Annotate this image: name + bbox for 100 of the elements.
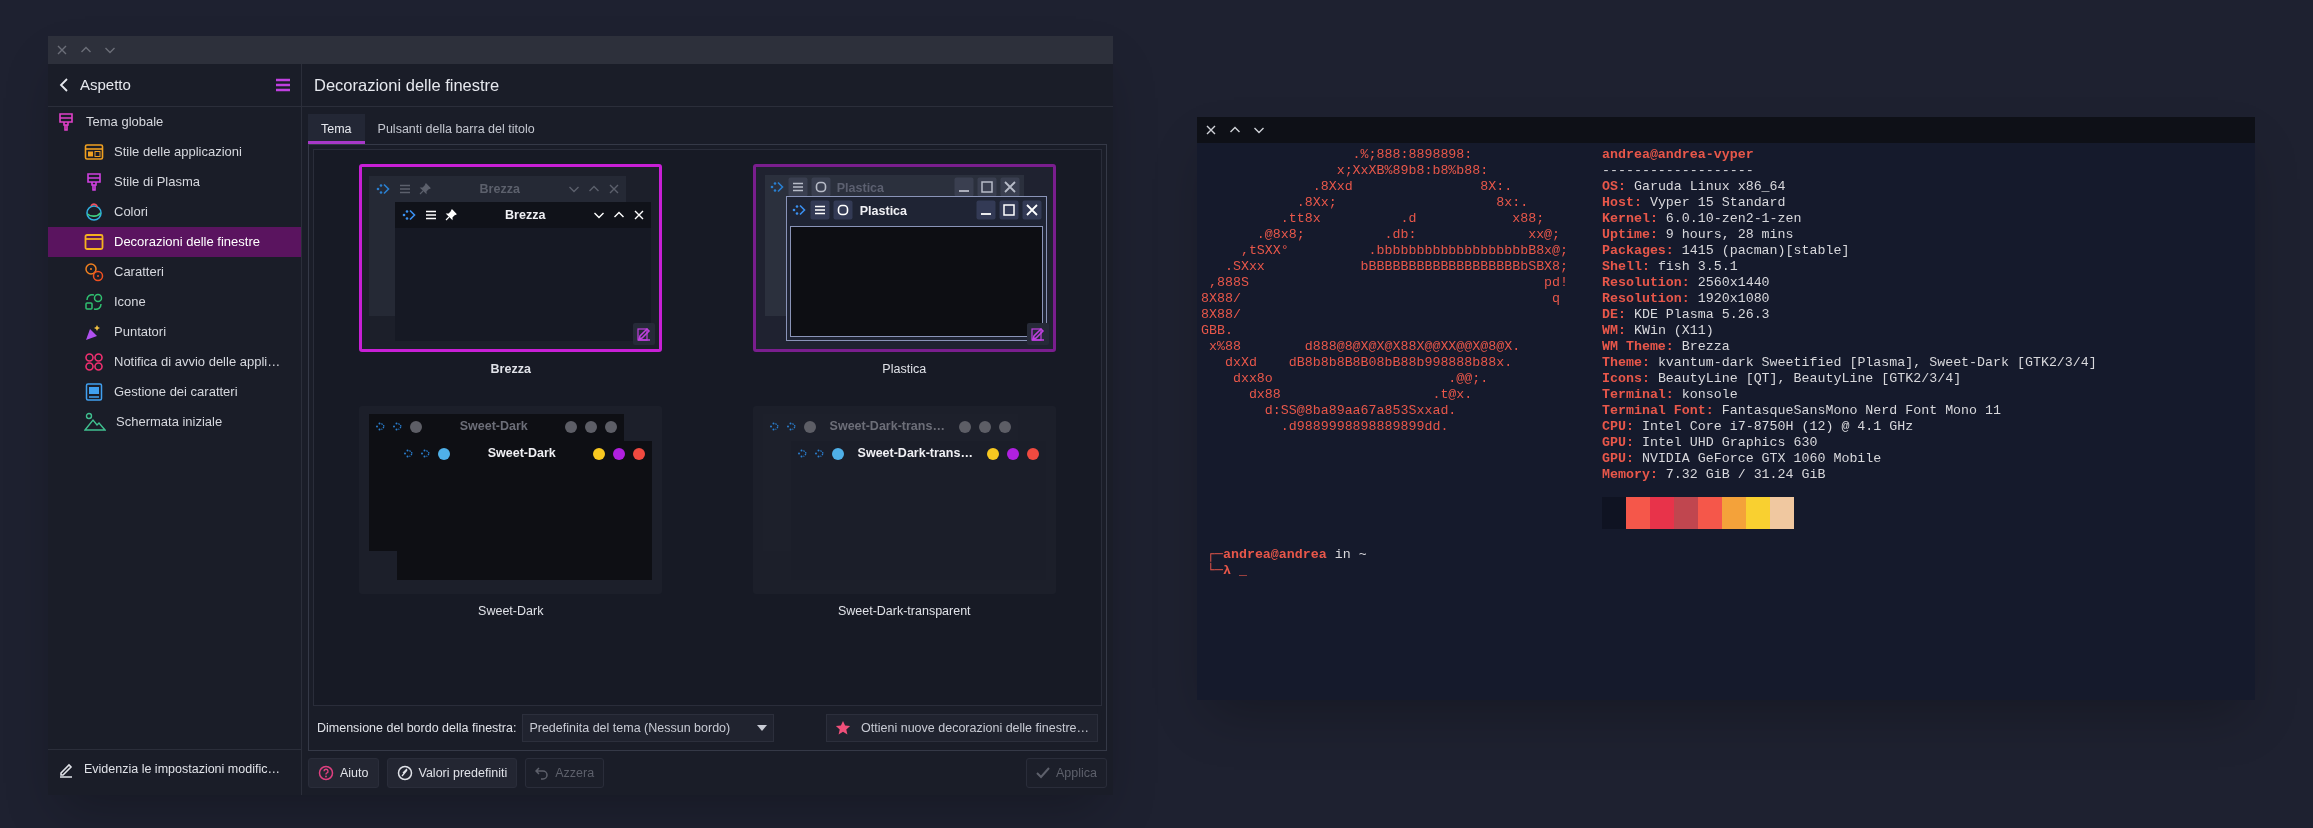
- prompt-corner: ┌─: [1206, 547, 1223, 563]
- info-label: Icons:: [1602, 371, 1650, 387]
- minimize-icon: [953, 177, 974, 197]
- info-value: 2560x1440: [1696, 275, 1770, 291]
- pin-icon: [419, 183, 432, 195]
- info-label: Memory:: [1602, 467, 1658, 483]
- dot-icon: [592, 446, 607, 461]
- menu-icon[interactable]: [275, 78, 291, 92]
- info-value: 7.32 GiB / 31.24 GiB: [1664, 467, 1826, 483]
- dotted-arrow-icon: [790, 202, 807, 218]
- info-value: 6.0.10-zen2-1-zen: [1664, 211, 1802, 227]
- mountain-icon: [84, 412, 106, 432]
- border-size-dropdown[interactable]: Predefinita del tema (Nessun bordo): [522, 714, 775, 742]
- ascii-art-line: .8Xx; 8x:.: [1295, 195, 1529, 211]
- preview-window-title: Sweet-Dark-trans…: [829, 418, 945, 436]
- info-label: Terminal:: [1602, 387, 1674, 403]
- prompt-user: andrea@andrea: [1222, 547, 1327, 562]
- sidebar-item[interactable]: Tema globale: [48, 107, 301, 137]
- theme-name: Sweet-Dark: [478, 602, 544, 620]
- info-value: Vyper 15 Standard: [1648, 195, 1786, 211]
- ascii-art-line: GBB.: [1201, 323, 1233, 339]
- maximize-icon: [976, 177, 997, 197]
- info-label: OS:: [1602, 179, 1626, 195]
- dotted-arrow-icon: [796, 448, 808, 460]
- window-layout-icon: [84, 142, 104, 162]
- dot-icon: [612, 446, 627, 461]
- ascii-art-line: 8X88/ q: [1201, 291, 1561, 307]
- edit-icon[interactable]: [633, 323, 656, 345]
- defaults-button[interactable]: Valori predefiniti: [386, 758, 518, 788]
- tab[interactable]: Pulsanti della barra del titolo: [364, 114, 548, 144]
- dot-icon: [830, 446, 845, 461]
- info-label: DE:: [1602, 307, 1626, 323]
- prompt-corner: └─: [1206, 563, 1223, 579]
- prompt-word: in: [1333, 547, 1351, 563]
- dotted-arrow-icon: [768, 179, 785, 195]
- dot-icon: [564, 419, 579, 434]
- brush-icon: [56, 112, 76, 132]
- sidebar-item[interactable]: Schermata iniziale: [48, 407, 301, 437]
- theme-preview-card[interactable]: Sweet-Dark-trans… Sweet-Dark-trans…: [752, 405, 1056, 594]
- dotted-arrow-icon: [768, 421, 780, 433]
- info-value: 1920x1080: [1696, 291, 1770, 307]
- dotted-arrow-icon: [392, 421, 404, 433]
- dotted-arrow-icon: [420, 448, 432, 460]
- ascii-art-line: x%88 d888@8@X@X@X88X@@XX@@X@8@X.: [1207, 339, 1521, 355]
- info-value: kvantum-dark Sweetified [Plasma], Sweet-Dark [GTK2/3/4]: [1656, 355, 2097, 371]
- dotted-arrow-icon: [375, 421, 387, 433]
- maximize-icon: [998, 200, 1019, 220]
- info-label: Shell:: [1602, 259, 1650, 275]
- speech-bubbles-icon: [84, 262, 104, 282]
- dot-icon: [985, 446, 1000, 461]
- shapes-icon: [84, 292, 104, 312]
- info-value: FantasqueSansMono Nerd Font Mono 11: [1720, 403, 2001, 419]
- preview-window-title: Sweet-Dark: [487, 445, 556, 463]
- sidebar-item[interactable]: Notifica di avvio delle appli…: [48, 347, 301, 377]
- dot-icon: [997, 419, 1012, 434]
- menu-icon: [787, 177, 808, 197]
- dot-icon: [1025, 446, 1040, 461]
- info-value: KWin (X11): [1632, 323, 1714, 339]
- ascii-art-line: .d9889998898889899dd.: [1279, 419, 1449, 435]
- sidebar-item[interactable]: Colori: [48, 197, 301, 227]
- dot-icon: [1005, 446, 1020, 461]
- close-icon: [1021, 200, 1042, 220]
- tab[interactable]: Tema: [308, 114, 365, 144]
- preview-window-title: Plastica: [859, 204, 907, 218]
- sidebar-item[interactable]: Stile di Plasma: [48, 167, 301, 197]
- sidebar-item[interactable]: Caratteri: [48, 257, 301, 287]
- info-label: WM:: [1602, 323, 1626, 339]
- checkmark-icon: [1036, 766, 1050, 780]
- dot-icon: [632, 446, 647, 461]
- dot-icon: [409, 419, 424, 434]
- info-label: GPU:: [1602, 451, 1634, 467]
- back-icon[interactable]: [58, 77, 70, 93]
- help-button[interactable]: Aiuto: [308, 758, 379, 788]
- sidebar-item[interactable]: Gestione dei caratteri: [48, 377, 301, 407]
- highlight-changes-link[interactable]: Evidenzia le impostazioni modific…: [84, 760, 280, 779]
- sidebar-item[interactable]: Stile delle applicazioni: [48, 137, 301, 167]
- minimize-icon: [975, 200, 996, 220]
- defaults-icon: [396, 765, 413, 781]
- info-value: Intel UHD Graphics 630: [1640, 435, 1818, 451]
- brush-icon: [84, 172, 104, 192]
- sidebar-item[interactable]: Decorazioni delle finestre: [48, 227, 301, 257]
- pin-icon: [445, 209, 458, 221]
- ascii-art-line: dxXd dB8b8b8B8B08bB88b998888b88x.: [1223, 355, 1513, 371]
- page-title: Decorazioni delle finestre: [314, 74, 500, 96]
- sidebar-item[interactable]: Puntatori: [48, 317, 301, 347]
- help-icon: [318, 765, 334, 781]
- border-size-label: Dimensione del bordo della finestra:: [317, 719, 517, 737]
- get-new-decorations-button[interactable]: Ottieni nuove decorazioni delle finestre…: [826, 714, 1098, 742]
- menu-icon: [399, 183, 412, 195]
- dot-icon: [584, 419, 599, 434]
- info-label: Packages:: [1602, 243, 1674, 259]
- info-value: fish 3.5.1: [1656, 259, 1738, 275]
- edit-icon[interactable]: [1026, 323, 1049, 345]
- star-icon: [835, 720, 852, 736]
- preview-window-title: Brezza: [505, 206, 546, 224]
- info-value: BeautyLine [QT], BeautyLine [GTK2/3/4]: [1656, 371, 1962, 387]
- dot-icon: [604, 419, 619, 434]
- info-value: NVIDIA GeForce GTX 1060 Mobile: [1640, 451, 1882, 467]
- theme-preview-card[interactable]: Sweet-Dark Sweet-Dark: [359, 405, 663, 594]
- sidebar-item[interactable]: Icone: [48, 287, 301, 317]
